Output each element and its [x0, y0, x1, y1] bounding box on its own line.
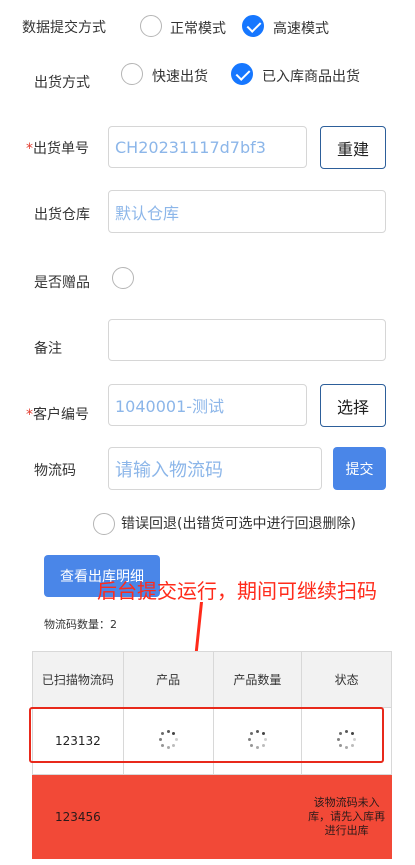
required-mark: * [26, 141, 33, 157]
customer-input[interactable]: 1040001-测试 [108, 384, 307, 426]
rollback-label: 错误回退(出错货可选中进行回退删除) [121, 516, 356, 532]
table-row[interactable]: 123456 该物流码未入库，请先入库再进行出库 [32, 774, 392, 859]
fast-mode-label: 高速模式 [273, 21, 329, 37]
highlight-box [29, 707, 384, 763]
rollback-checkbox[interactable] [93, 513, 115, 535]
order-no-input[interactable]: CH20231117d7bf3 [108, 126, 307, 168]
warehouse-label: 出货仓库 [34, 207, 90, 223]
gift-checkbox[interactable] [112, 267, 134, 289]
header-scanned-code: 已扫描物流码 [32, 651, 124, 708]
header-quantity: 产品数量 [212, 651, 303, 708]
header-product: 产品 [122, 651, 214, 708]
normal-mode-label: 正常模式 [170, 21, 226, 37]
rebuild-button[interactable]: 重建 [320, 126, 386, 169]
logistics-label: 物流码 [34, 463, 76, 479]
submit-mode-label: 数据提交方式 [22, 20, 106, 36]
row-quantity-cell [212, 774, 303, 859]
code-count-value: 2 [110, 618, 117, 631]
order-no-label-group: *出货单号 [26, 138, 89, 158]
warehouse-input[interactable]: 默认仓库 [108, 190, 386, 233]
customer-label-group: *客户编号 [26, 404, 89, 424]
submit-button[interactable]: 提交 [333, 447, 386, 490]
code-count: 物流码数量：2 [44, 616, 117, 632]
select-customer-button[interactable]: 选择 [320, 384, 386, 427]
header-status: 状态 [301, 651, 392, 708]
row-product-cell [122, 774, 214, 859]
code-count-label: 物流码数量： [44, 618, 110, 631]
remark-label: 备注 [34, 341, 62, 357]
required-mark: * [26, 407, 33, 423]
row-code: 123456 [32, 774, 124, 859]
order-no-label: 出货单号 [33, 141, 89, 157]
annotation-text: 后台提交运行，期间可继续扫码 [97, 579, 377, 603]
radio-stocked-ship[interactable] [231, 63, 253, 85]
quick-ship-label: 快速出货 [152, 69, 208, 85]
table-header-row: 已扫描物流码 产品 产品数量 状态 [32, 651, 392, 708]
customer-label: 客户编号 [33, 407, 89, 423]
logistics-input[interactable]: 请输入物流码 [108, 447, 322, 490]
radio-normal-mode[interactable] [140, 15, 162, 37]
radio-quick-ship[interactable] [121, 63, 143, 85]
row-status: 该物流码未入库，请先入库再进行出库 [301, 774, 392, 859]
stocked-ship-label: 已入库商品出货 [262, 69, 360, 85]
radio-fast-mode[interactable] [242, 15, 264, 37]
ship-mode-label: 出货方式 [34, 75, 90, 91]
remark-input[interactable] [108, 319, 386, 361]
gift-label: 是否赠品 [34, 275, 90, 291]
